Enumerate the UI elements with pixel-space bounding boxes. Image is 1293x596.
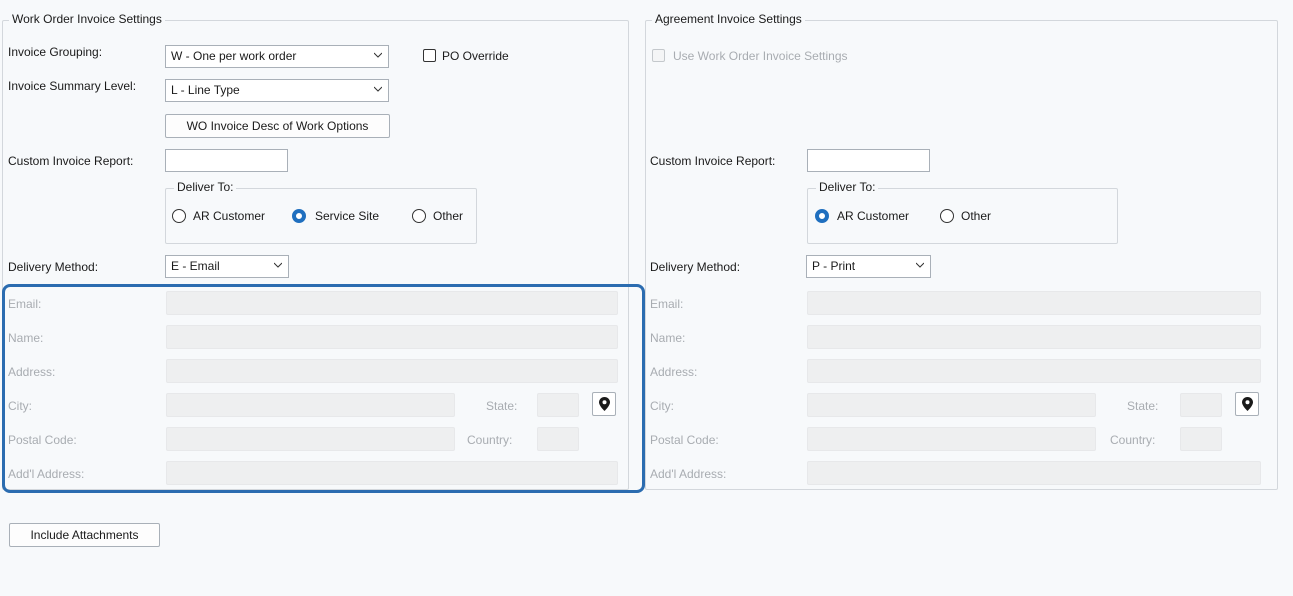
agr-custom-report-label: Custom Invoice Report: xyxy=(650,154,776,168)
agr-city-field xyxy=(807,393,1096,417)
agr-email-field xyxy=(807,291,1261,315)
use-wo-settings-checkbox[interactable] xyxy=(652,49,665,62)
use-wo-settings-label: Use Work Order Invoice Settings xyxy=(673,49,848,63)
agr-addl-address-field xyxy=(807,461,1261,485)
wo-deliver-other-label: Other xyxy=(433,209,464,223)
wo-deliver-other-radio[interactable] xyxy=(412,209,426,223)
include-attachments-button[interactable]: Include Attachments xyxy=(9,523,160,547)
agr-state-field xyxy=(1180,393,1222,417)
invoice-summary-select[interactable]: L - Line Type xyxy=(165,79,389,102)
agr-delivery-method-value: P - Print xyxy=(812,259,856,273)
chevron-down-icon xyxy=(916,262,924,268)
wo-deliver-ar-customer-radio[interactable] xyxy=(172,209,186,223)
agr-deliver-other-radio[interactable] xyxy=(940,209,954,223)
chevron-down-icon xyxy=(274,262,282,268)
agr-custom-report-input[interactable] xyxy=(807,149,930,172)
wo-delivery-method-value: E - Email xyxy=(171,259,220,273)
agr-country-field xyxy=(1180,427,1222,451)
agr-deliver-other-label: Other xyxy=(961,209,992,223)
agr-country-label: Country: xyxy=(1110,433,1156,447)
agr-state-label: State: xyxy=(1127,399,1159,413)
chevron-down-icon xyxy=(374,52,382,58)
wo-delivery-method-label: Delivery Method: xyxy=(8,260,99,274)
invoice-grouping-value: W - One per work order xyxy=(171,49,297,63)
agr-map-pin-button[interactable] xyxy=(1235,392,1259,416)
agr-address-field xyxy=(807,359,1261,383)
agr-delivery-method-select[interactable]: P - Print xyxy=(806,255,931,278)
invoice-grouping-select[interactable]: W - One per work order xyxy=(165,45,389,68)
agr-postal-label: Postal Code: xyxy=(650,433,719,447)
agr-deliver-to-legend: Deliver To: xyxy=(816,180,879,194)
wo-delivery-method-select[interactable]: E - Email xyxy=(165,255,289,278)
chevron-down-icon xyxy=(374,86,382,92)
wo-deliver-to-legend: Deliver To: xyxy=(174,180,237,194)
agr-email-label: Email: xyxy=(650,297,684,311)
wo-deliver-service-site-label: Service Site xyxy=(315,209,380,223)
invoice-summary-value: L - Line Type xyxy=(171,83,240,97)
agr-name-label: Name: xyxy=(650,331,686,345)
invoice-summary-label: Invoice Summary Level: xyxy=(8,79,137,93)
agr-deliver-ar-customer-label: AR Customer xyxy=(837,209,910,223)
address-highlight-box xyxy=(2,284,645,493)
po-override-label: PO Override xyxy=(442,49,509,63)
agr-deliver-ar-customer-radio[interactable] xyxy=(815,209,829,223)
agreement-invoice-settings-title: Agreement Invoice Settings xyxy=(652,12,805,26)
agreement-invoice-settings-group: Agreement Invoice Settings xyxy=(645,12,1278,490)
agr-address-label: Address: xyxy=(650,365,698,379)
agr-addl-address-label: Add'l Address: xyxy=(650,467,727,481)
po-override-checkbox[interactable] xyxy=(423,49,436,62)
map-pin-icon xyxy=(1242,397,1253,411)
agr-city-label: City: xyxy=(650,399,674,413)
wo-custom-report-input[interactable] xyxy=(165,149,288,172)
invoice-grouping-label: Invoice Grouping: xyxy=(8,45,103,59)
agr-postal-field xyxy=(807,427,1096,451)
agr-delivery-method-label: Delivery Method: xyxy=(650,260,741,274)
agr-name-field xyxy=(807,325,1261,349)
wo-deliver-service-site-radio[interactable] xyxy=(292,209,306,223)
wo-desc-options-button[interactable]: WO Invoice Desc of Work Options xyxy=(165,114,390,138)
wo-deliver-ar-customer-label: AR Customer xyxy=(193,209,266,223)
wo-custom-report-label: Custom Invoice Report: xyxy=(8,154,134,168)
wo-invoice-settings-title: Work Order Invoice Settings xyxy=(9,12,165,26)
